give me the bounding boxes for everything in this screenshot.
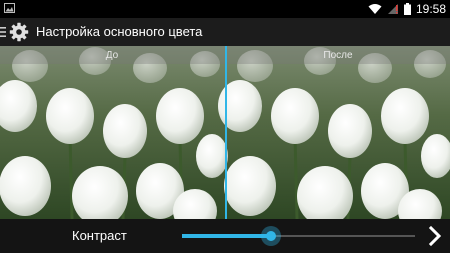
status-time: 19:58 [415,2,446,16]
preview-image: До После [0,46,450,219]
wifi-icon [368,4,382,14]
adjustment-bar: Контраст [0,219,450,253]
before-label: До [105,50,119,61]
battery-icon [403,3,411,15]
signal-icon [387,4,398,14]
status-bar: 19:58 [0,0,450,18]
contrast-label: Контраст [72,228,127,243]
compare-divider[interactable] [225,46,227,219]
contrast-slider[interactable] [182,226,415,246]
slider-thumb[interactable] [261,226,281,246]
action-bar: Настройка основного цвета [0,18,450,46]
thumbnail-icon [4,3,15,13]
gear-icon [9,22,29,42]
menu-icon[interactable] [0,26,6,38]
page-title: Настройка основного цвета [36,24,203,39]
after-label: После [323,50,353,61]
chevron-right-icon[interactable] [424,219,446,253]
slider-fill [182,234,271,238]
